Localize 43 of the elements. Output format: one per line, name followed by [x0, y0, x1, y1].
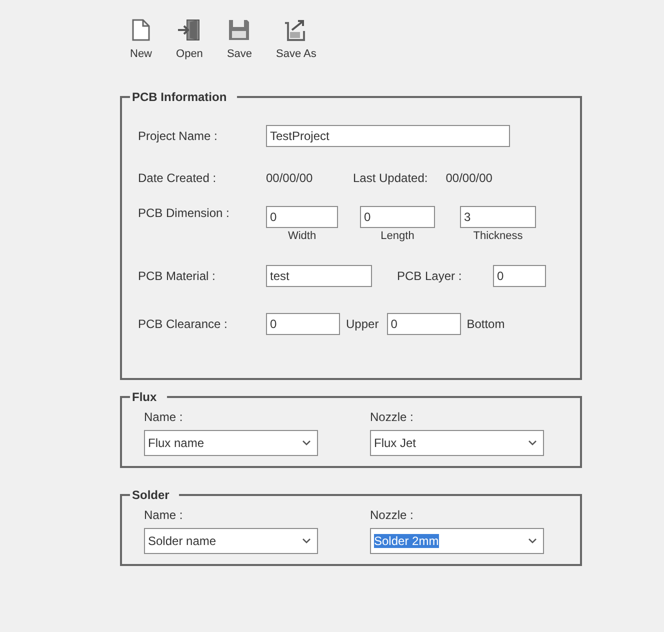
field-caption: Thickness	[472, 230, 524, 242]
door-icon	[177, 18, 202, 42]
field-label: Last Updated:	[353, 171, 428, 185]
group-title: Solder	[131, 488, 170, 502]
input-field[interactable]: 0	[266, 313, 340, 335]
chevron-down-icon	[302, 440, 311, 446]
field-label: Nozzle :	[370, 410, 414, 424]
field-caption: Upper	[346, 317, 379, 331]
field-label: Nozzle :	[370, 508, 414, 522]
input-field[interactable]: TestProject	[266, 125, 510, 147]
field-caption: Width	[286, 230, 318, 242]
field-label: Name :	[144, 508, 184, 522]
group-title: Flux	[131, 390, 158, 404]
group-title: PCB Information	[131, 90, 228, 104]
field-label: PCB Clearance :	[138, 317, 228, 331]
chevron-down-icon	[528, 440, 537, 446]
chevron-down-icon	[302, 538, 311, 544]
field-label: PCB Dimension :	[138, 206, 230, 220]
input-field[interactable]: 3	[460, 206, 536, 228]
toolbar-button[interactable]: New	[130, 18, 152, 90]
toolbar-button[interactable]: Save	[226, 18, 252, 90]
dropdown[interactable]: Flux Jet	[370, 430, 544, 456]
input-field[interactable]: 0	[266, 206, 338, 228]
input-field[interactable]: test	[266, 265, 372, 287]
dropdown[interactable]: Solder name	[144, 528, 318, 554]
dropdown[interactable]: Solder 2mm	[370, 528, 544, 554]
input-field[interactable]: 0	[493, 265, 546, 287]
toolbar-button[interactable]: Open	[176, 18, 203, 90]
chevron-down-icon	[528, 538, 537, 544]
toolbar-button[interactable]: Save As	[276, 18, 316, 90]
input-field[interactable]: 0	[360, 206, 435, 228]
date-value: 00/00/00	[266, 171, 314, 185]
field-caption: Length	[380, 230, 416, 242]
field-label: Date Created :	[138, 171, 218, 185]
date-value: 00/00/00	[446, 171, 492, 185]
field-caption: Bottom	[466, 317, 505, 331]
field-label: PCB Layer :	[397, 269, 463, 283]
new-file-icon	[132, 18, 150, 42]
field-label: PCB Material :	[138, 269, 216, 283]
field-label: Project Name :	[138, 129, 218, 143]
input-field[interactable]: 0	[386, 313, 461, 335]
field-label: Name :	[144, 410, 184, 424]
dropdown[interactable]: Flux name	[144, 430, 318, 456]
